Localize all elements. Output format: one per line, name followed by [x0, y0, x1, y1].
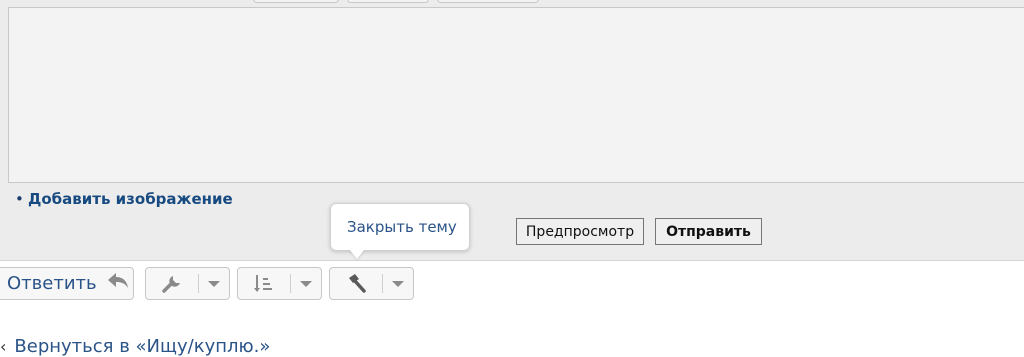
message-textarea[interactable]: [8, 7, 1024, 183]
top-toolbar-button-2[interactable]: [347, 0, 429, 3]
chevron-down-icon[interactable]: [383, 280, 413, 287]
reply-button[interactable]: Ответить: [0, 267, 134, 300]
sort-button[interactable]: [237, 267, 322, 300]
preview-button[interactable]: Предпросмотр: [516, 218, 644, 245]
post-form-panel: • Добавить изображение Предпросмотр Отпр…: [0, 0, 1024, 261]
hammer-icon: [330, 273, 382, 295]
back-to-forum-link[interactable]: ‹ Вернуться в «Ищу/куплю.»: [0, 336, 270, 357]
tooltip-arrow: [349, 249, 365, 259]
reply-label: Ответить: [7, 273, 97, 294]
close-topic-tooltip: Закрыть тему: [330, 203, 470, 251]
back-link-label: Вернуться в «Ищу/куплю.»: [14, 336, 271, 357]
sort-icon: [238, 273, 290, 295]
reply-arrow-icon: [107, 272, 129, 295]
wrench-icon: [146, 274, 198, 294]
top-toolbar-button-3[interactable]: [437, 0, 539, 3]
moderator-tools-button[interactable]: [329, 267, 414, 300]
submit-button[interactable]: Отправить: [655, 218, 762, 245]
add-image-link[interactable]: Добавить изображение: [28, 190, 233, 208]
chevron-down-icon[interactable]: [291, 280, 321, 287]
chevron-down-icon[interactable]: [199, 280, 229, 287]
bullet: •: [15, 190, 24, 208]
topic-tools-button[interactable]: [145, 267, 230, 300]
chevron-left-icon: ‹: [0, 337, 7, 356]
top-toolbar-button-1[interactable]: [253, 0, 339, 3]
tooltip-text: Закрыть тему: [347, 218, 457, 236]
